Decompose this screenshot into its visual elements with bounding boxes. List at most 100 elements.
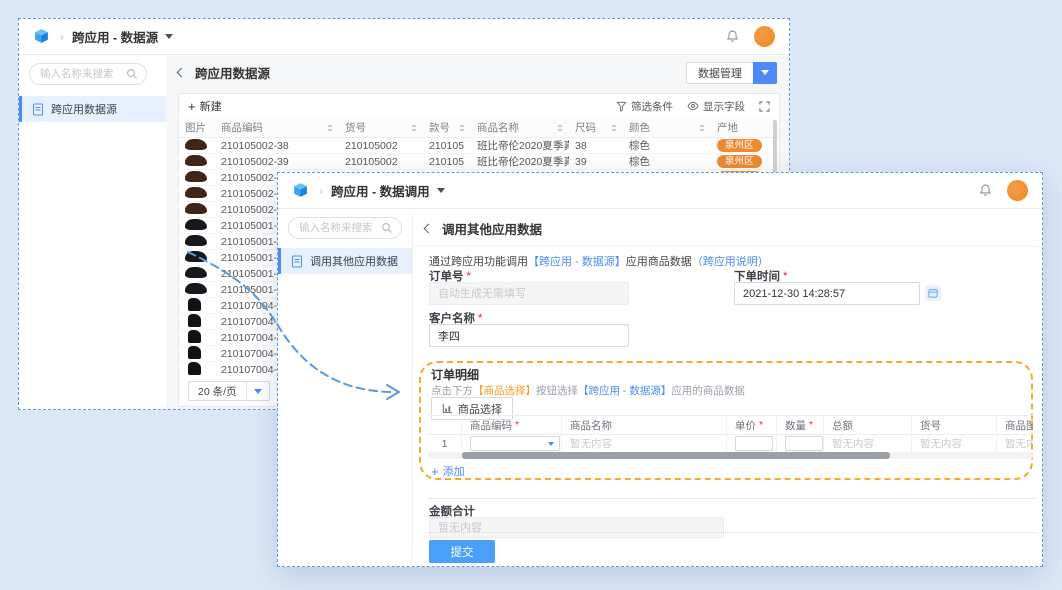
app-header: › 跨应用 - 数据源 — [19, 19, 789, 55]
filter-button[interactable]: 筛选条件 — [616, 99, 673, 114]
app-title[interactable]: 跨应用 - 数据调用 — [331, 181, 430, 200]
quantity-input[interactable] — [785, 436, 823, 451]
sidebar-item-label: 跨应用数据源 — [51, 101, 117, 117]
submit-button[interactable]: 提交 — [429, 540, 495, 563]
quantity-cell — [777, 435, 824, 453]
unit-price-input[interactable] — [735, 436, 773, 451]
sidebar-search-input[interactable] — [38, 67, 126, 81]
product-image-cell — [179, 155, 215, 169]
sidebar-item-data-source[interactable]: 跨应用数据源 — [19, 96, 166, 122]
product-select-ref: 【商品选择】 — [473, 385, 536, 397]
column-header[interactable]: 尺码 — [569, 120, 623, 135]
origin-cell: 泉州区 — [711, 139, 779, 152]
table-header-row: 图片 商品编码 货号 款号 商品名称 尺码 颜色 产地 — [179, 118, 779, 138]
add-row-label: 添加 — [443, 463, 465, 479]
fields-button[interactable]: 显示字段 — [687, 99, 745, 114]
table-toolbar: + 新建 筛选条件 显示字段 — [179, 94, 779, 118]
detail-horizontal-scrollbar[interactable] — [428, 452, 1033, 459]
sort-icon[interactable] — [699, 124, 705, 132]
column-header[interactable]: 商品编码 — [215, 120, 339, 135]
product-image-cell — [179, 235, 215, 249]
origin-cell: 泉州区 — [711, 155, 779, 168]
page-titlebar: 调用其他应用数据 — [413, 210, 1042, 247]
form-divider — [428, 532, 1036, 533]
fullscreen-button[interactable] — [759, 101, 770, 112]
eye-icon — [687, 101, 699, 111]
column-header[interactable]: 商品名称 — [471, 120, 569, 135]
sidebar-item-call-data[interactable]: 调用其他应用数据 — [278, 248, 412, 274]
shoe-image — [185, 171, 207, 182]
caret-down-icon[interactable] — [247, 389, 269, 394]
cross-app-help-link[interactable]: （跨应用说明） — [692, 256, 769, 268]
plus-icon: + — [431, 465, 439, 478]
sort-icon[interactable] — [411, 124, 417, 132]
order-detail-hint: 点击下方【商品选择】按钮选择【跨应用 - 数据源】应用的商品数据 — [431, 383, 745, 398]
sort-icon[interactable] — [611, 124, 617, 132]
column-header: 图片 — [179, 120, 215, 135]
product-code-select[interactable] — [470, 436, 560, 451]
required-mark: * — [809, 419, 813, 431]
data-source-app-link[interactable]: 【跨应用 - 数据源】 — [528, 256, 626, 268]
unit-price-cell — [727, 435, 777, 453]
back-chevron-icon[interactable] — [177, 68, 187, 78]
view-mode-label: 数据管理 — [686, 62, 753, 84]
shoe-image — [188, 362, 201, 375]
model-no-cell: 210105 — [423, 140, 471, 152]
notification-bell-icon[interactable] — [725, 29, 740, 44]
column-header: 数量* — [777, 416, 824, 435]
sidebar-search[interactable] — [288, 217, 402, 239]
product-code-cell — [462, 435, 562, 453]
column-header[interactable]: 款号 — [423, 120, 471, 135]
table-row[interactable]: 210105002-38 210105002 210105 班比帝伦2020夏季… — [179, 138, 779, 154]
page-titlebar: 跨应用数据源 数据管理 — [166, 56, 789, 89]
table-row[interactable]: 210105002-39 210105002 210105 班比帝伦2020夏季… — [179, 154, 779, 170]
form-divider — [428, 498, 1036, 499]
sort-icon[interactable] — [327, 124, 333, 132]
column-header: 总额 — [824, 416, 912, 435]
expand-icon — [759, 101, 770, 112]
column-header: 商品编码* — [462, 416, 562, 435]
order-time-input[interactable] — [734, 282, 920, 305]
app-logo-cube-icon — [33, 28, 50, 45]
search-icon — [126, 68, 138, 80]
page-size-label: 20 条/页 — [189, 384, 246, 399]
user-avatar[interactable] — [1007, 180, 1028, 201]
item-no-cell: 210105002 — [339, 140, 423, 152]
page-size-select[interactable]: 20 条/页 — [188, 381, 270, 401]
new-button[interactable]: + 新建 — [188, 98, 222, 114]
breadcrumb-chevron-icon: › — [319, 184, 323, 198]
chart-icon — [442, 403, 453, 414]
column-header: 货号 — [912, 416, 997, 435]
sort-icon[interactable] — [459, 124, 465, 132]
total-amount-input[interactable] — [429, 517, 724, 538]
size-cell: 38 — [569, 140, 623, 152]
notification-bell-icon[interactable] — [978, 183, 993, 198]
add-row-button[interactable]: + 添加 — [431, 463, 465, 479]
search-icon — [381, 222, 393, 234]
sidebar-search[interactable] — [29, 63, 147, 85]
app-title-caret-icon[interactable] — [437, 188, 445, 193]
app-title[interactable]: 跨应用 - 数据源 — [72, 27, 158, 46]
sort-icon[interactable] — [557, 124, 563, 132]
user-avatar[interactable] — [754, 26, 775, 47]
calendar-icon[interactable] — [925, 285, 941, 301]
back-chevron-icon[interactable] — [424, 223, 434, 233]
view-mode-dropdown-button[interactable] — [753, 62, 777, 84]
model-no-cell: 210105 — [423, 156, 471, 168]
shoe-image — [185, 251, 207, 262]
detail-header-row: 商品编码* 商品名称 单价* 数量* 总额 货号 商品图片 — [428, 416, 1033, 435]
column-header[interactable]: 颜色 — [623, 120, 711, 135]
app-title-caret-icon[interactable] — [165, 34, 173, 39]
view-mode-select[interactable]: 数据管理 — [686, 62, 777, 84]
product-image-cell — [179, 219, 215, 233]
customer-name-input[interactable] — [429, 324, 629, 347]
product-code-cell: 210105002-39 — [215, 156, 339, 168]
column-header: 商品名称 — [562, 416, 727, 435]
scrollbar-thumb[interactable] — [462, 452, 890, 459]
product-name-cell: 班比帝伦2020夏季真皮.. — [471, 154, 569, 169]
sidebar-item-label: 调用其他应用数据 — [310, 253, 398, 269]
column-header[interactable]: 产地 — [711, 120, 779, 135]
order-no-input[interactable] — [429, 282, 629, 305]
column-header[interactable]: 货号 — [339, 120, 423, 135]
sidebar-search-input[interactable] — [297, 221, 381, 235]
